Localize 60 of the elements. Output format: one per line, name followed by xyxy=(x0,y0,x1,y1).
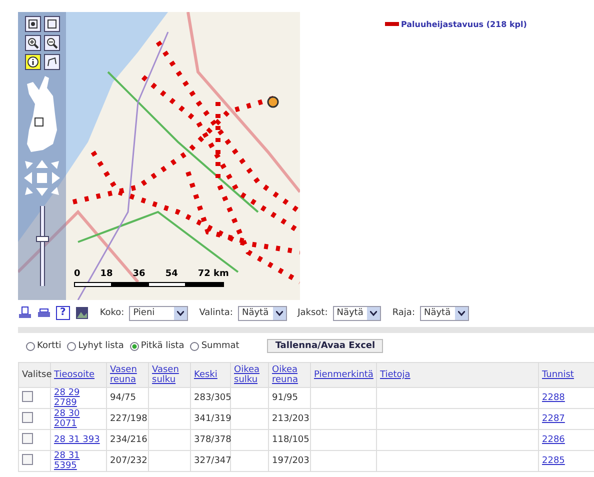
box-select-icon[interactable] xyxy=(44,16,60,32)
printer-icon[interactable] xyxy=(18,306,32,320)
row-checkbox[interactable] xyxy=(22,391,33,402)
table-cell: 327/347 xyxy=(194,456,232,466)
table-cell: 234/216 xyxy=(110,435,148,445)
column-header[interactable]: Keski xyxy=(190,362,230,388)
scale-label: 18 xyxy=(100,269,113,279)
zoom-handle[interactable] xyxy=(36,236,48,242)
view-radio[interactable]: Summat xyxy=(190,341,240,351)
zoom-out-icon[interactable] xyxy=(44,35,60,51)
scale-label: 54 xyxy=(165,269,178,279)
print-icon[interactable] xyxy=(37,306,51,320)
view-radio[interactable]: Kortti xyxy=(26,341,62,351)
measure-icon[interactable] xyxy=(44,54,60,70)
select-label: Koko: xyxy=(100,308,124,318)
column-header[interactable]: Vasen sulku xyxy=(148,362,190,388)
scale-label: 72 km xyxy=(198,269,229,279)
table-cell: 94/75 xyxy=(110,393,136,403)
row-checkbox[interactable] xyxy=(22,454,33,465)
view-radio[interactable]: Lyhyt lista xyxy=(67,341,124,351)
column-header[interactable]: Tietoja xyxy=(376,362,538,388)
dropdown[interactable]: Näytä xyxy=(332,306,382,320)
table-cell: 197/203 xyxy=(272,456,310,466)
select-label: Jaksot: xyxy=(298,308,328,318)
column-header[interactable]: Tunnist xyxy=(538,362,594,388)
column-header[interactable]: Vasen reuna xyxy=(106,362,148,388)
dropdown[interactable]: Näytä xyxy=(238,306,287,320)
caret-icon xyxy=(370,310,378,316)
caret-icon xyxy=(177,310,184,316)
column-header[interactable]: Oikea reuna xyxy=(268,362,310,388)
table-cell: 91/95 xyxy=(272,393,298,403)
row-checkbox[interactable] xyxy=(22,412,33,423)
row-checkbox[interactable] xyxy=(22,433,33,444)
table-cell: 378/378 xyxy=(194,435,232,445)
legend-label: Paluuheijastavuus (218 kpl) xyxy=(401,20,527,28)
table-cell: 118/105 xyxy=(272,435,310,445)
column-header[interactable]: Oikea sulku xyxy=(230,362,268,388)
zoom-in-icon[interactable] xyxy=(24,35,40,51)
dropdown[interactable]: Näytä xyxy=(420,306,469,320)
dropdown[interactable]: Pieni xyxy=(129,306,188,320)
view-radio[interactable]: Pitkä lista xyxy=(130,341,184,351)
scale-label: 36 xyxy=(132,269,146,279)
caret-icon xyxy=(276,310,283,316)
scale-label: 0 xyxy=(74,269,80,279)
table-cell: 213/203 xyxy=(272,414,310,424)
column-header[interactable]: Tieosoite xyxy=(50,362,106,388)
info-icon[interactable] xyxy=(24,54,40,70)
full-extent-icon[interactable] xyxy=(24,16,40,32)
table-cell: 341/319 xyxy=(194,414,232,424)
help-button[interactable]: ? xyxy=(56,306,70,320)
select-label: Valinta: xyxy=(199,308,233,318)
table-cell: 227/198 xyxy=(110,414,148,424)
caret-icon xyxy=(458,310,465,316)
column-header[interactable]: Pienmerkintä xyxy=(310,362,376,388)
excel-button[interactable]: Tallenna/Avaa Excel xyxy=(267,339,384,353)
select-label: Raja: xyxy=(392,308,415,318)
column-header: Valitse xyxy=(18,362,50,388)
table-cell: 207/232 xyxy=(110,456,148,466)
image-icon[interactable] xyxy=(74,306,89,320)
table-cell: 283/305 xyxy=(194,393,232,403)
